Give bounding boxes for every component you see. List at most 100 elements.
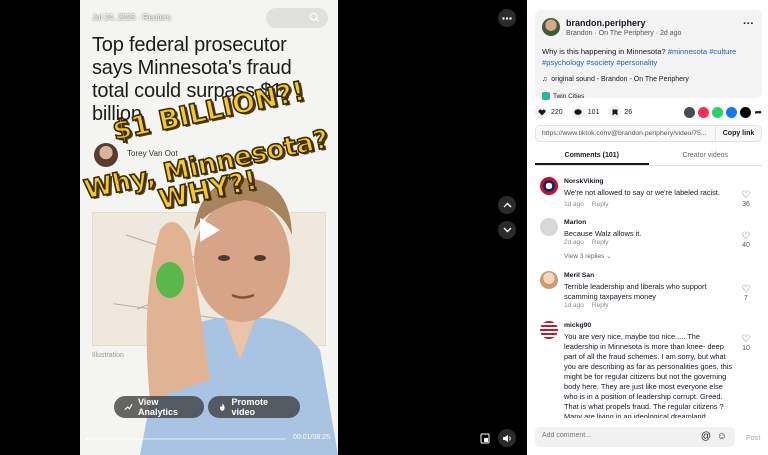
video-player[interactable]: Jul 24, 2025 · Reuters Top federal prose…	[80, 0, 338, 455]
comment-button[interactable]: 101	[571, 105, 600, 119]
post-description: Why is this happening in Minnesota? #min…	[542, 46, 756, 68]
share-arrow-icon[interactable]: ➦	[754, 107, 762, 118]
video-progress-fill	[86, 438, 88, 440]
whatsapp-icon[interactable]	[712, 106, 724, 118]
heart-outline-icon: ♡	[741, 334, 751, 345]
comment-like-count: 10	[742, 345, 750, 352]
comment-text: Because Walz allows it.	[564, 229, 642, 238]
comments-list[interactable]: NorskViking We're not allowed to say or …	[535, 172, 765, 418]
comment-count: 101	[587, 108, 600, 116]
video-date-line: Jul 24, 2025 · Reuters	[92, 13, 171, 22]
comment-like-count: 7	[744, 295, 748, 302]
commenter-avatar[interactable]	[540, 271, 558, 289]
comment-item: NorskViking We're not allowed to say or …	[535, 174, 759, 210]
pip-icon	[480, 433, 490, 443]
commenter-avatar[interactable]	[540, 321, 558, 339]
heart-outline-icon: ♡	[741, 284, 751, 295]
comment-like-count: 40	[742, 242, 750, 249]
comment-time: 2d ago	[564, 239, 584, 246]
chevron-up-icon	[503, 202, 511, 208]
repost-icon[interactable]	[698, 106, 710, 118]
heart-outline-icon: ♡	[741, 190, 751, 201]
copy-link-row: https://www.tiktok.com/@brandon.peripher…	[535, 125, 762, 142]
comment-like-button[interactable]: ♡ 40	[738, 231, 754, 249]
hashtag-link[interactable]: #personality	[616, 58, 657, 67]
add-comment-box: @ ☺	[535, 427, 735, 447]
facebook-icon[interactable]	[726, 106, 738, 118]
description-text: Why is this happening in Minnesota?	[542, 47, 666, 56]
analytics-icon	[124, 404, 133, 411]
volume-button[interactable]	[498, 429, 516, 447]
tiktok-video-page: Jul 24, 2025 · Reuters Top federal prose…	[0, 0, 768, 455]
reply-button[interactable]: Reply	[592, 201, 609, 208]
save-button[interactable]: 26	[608, 105, 632, 119]
mention-icon[interactable]: @	[701, 431, 711, 442]
comment-meta: 1d ago Reply	[564, 302, 609, 309]
original-sound-link[interactable]: ♫ original sound - Brandon - On The Peri…	[542, 76, 689, 83]
promote-video-button[interactable]: Promote video	[208, 396, 300, 418]
comment-item: Meril San Terrible leadership and libera…	[535, 268, 759, 314]
reply-button[interactable]: Reply	[592, 239, 609, 246]
author-avatar	[94, 143, 118, 167]
hashtag-link[interactable]: #society	[586, 58, 614, 67]
commenter-avatar[interactable]	[540, 218, 558, 236]
tab-comments[interactable]: Comments (101)	[535, 150, 649, 165]
video-progress-bar[interactable]	[86, 438, 286, 440]
creator-avatar[interactable]	[542, 18, 560, 36]
heart-outline-icon: ♡	[741, 231, 751, 242]
comment-like-button[interactable]: ♡ 7	[738, 284, 754, 302]
post-comment-button[interactable]: Post	[746, 433, 760, 442]
details-panel: brandon.periphery Brandon · On The Perip…	[527, 0, 768, 455]
flame-icon	[219, 403, 225, 411]
embed-icon[interactable]	[684, 106, 696, 118]
comment-text: We're not allowed to say or we're labele…	[564, 188, 720, 197]
next-video-button[interactable]	[498, 221, 516, 239]
post-more-options-icon[interactable]: ···	[743, 19, 754, 30]
like-count: 220	[551, 108, 563, 116]
share-icons: ➦	[684, 106, 762, 118]
comment-time: 1d ago	[564, 302, 584, 309]
comment-text: You are very nice, maybe too nice..... T…	[564, 332, 733, 418]
comment-text: Terrible leadership and liberals who sup…	[564, 282, 707, 301]
comment-item: Marlon Because Walz allows it. 2d ago Rep…	[535, 215, 759, 263]
view-replies-button[interactable]: View 3 replies ⌄	[564, 252, 612, 260]
like-button[interactable]: 220	[535, 105, 563, 119]
copy-link-button[interactable]: Copy link	[715, 126, 761, 141]
volume-icon	[502, 434, 511, 442]
comment-icon	[571, 105, 585, 119]
search-icon	[309, 12, 320, 23]
location-tag[interactable]: Twin Cities	[542, 90, 584, 102]
hashtag-link[interactable]: #culture	[709, 47, 736, 56]
tab-creator-videos[interactable]: Creator videos	[649, 150, 763, 165]
creator-username[interactable]: brandon.periphery	[566, 18, 646, 28]
commenter-username[interactable]: mickg90	[564, 322, 591, 329]
view-replies-label: View 3 replies	[564, 253, 605, 260]
video-stage: Jul 24, 2025 · Reuters Top federal prose…	[0, 0, 527, 455]
x-icon[interactable]	[740, 106, 752, 118]
creator-subline: Brandon · On The Periphery · 2d ago	[566, 30, 682, 37]
comment-meta: 1d ago Reply	[564, 201, 609, 208]
comment-like-button[interactable]: ♡ 10	[738, 334, 754, 352]
add-comment-input[interactable]	[542, 432, 682, 439]
hashtag-link[interactable]: #minnesota	[668, 47, 707, 56]
promote-video-label: Promote video	[231, 397, 268, 417]
hashtag-link[interactable]: #psychology	[542, 58, 584, 67]
commenter-username[interactable]: NorskViking	[564, 178, 604, 185]
post-info-card: brandon.periphery Brandon · On The Perip…	[535, 10, 762, 100]
more-options-button[interactable]	[498, 9, 516, 27]
location-label: Twin Cities	[553, 92, 585, 100]
comment-time: 1d ago	[564, 201, 584, 208]
emoji-icon[interactable]: ☺	[717, 431, 727, 442]
comment-like-button[interactable]: ♡ 36	[738, 190, 754, 208]
bookmark-icon	[608, 105, 622, 119]
music-note-icon: ♫	[542, 76, 548, 83]
comment-item: mickg90 You are very nice, maybe too nic…	[535, 318, 759, 418]
reply-button[interactable]: Reply	[592, 302, 609, 309]
commenter-username[interactable]: Meril San	[564, 272, 594, 279]
view-analytics-button[interactable]: View Analytics	[114, 396, 204, 418]
commenter-username[interactable]: Marlon	[564, 219, 586, 226]
commenter-avatar[interactable]	[540, 177, 558, 195]
more-dots-icon	[502, 16, 512, 20]
previous-video-button[interactable]	[498, 196, 516, 214]
picture-in-picture-button[interactable]	[476, 429, 494, 447]
